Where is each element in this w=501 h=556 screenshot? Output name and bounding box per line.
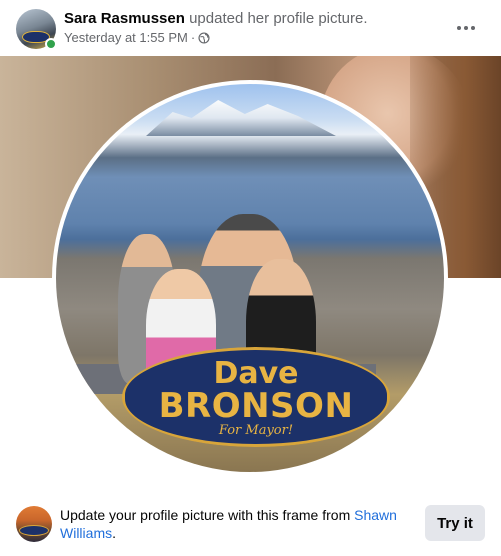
photo-mountains xyxy=(146,100,336,136)
try-it-button[interactable]: Try it xyxy=(425,505,485,541)
post-action-text: updated her profile picture. xyxy=(189,10,368,27)
post-title-line: Sara Rasmussen updated her profile pictu… xyxy=(64,10,368,28)
more-dot xyxy=(464,26,468,30)
more-dot xyxy=(471,26,475,30)
more-horizontal-icon xyxy=(457,26,461,30)
more-options-button[interactable] xyxy=(450,12,482,44)
frame-prompt-period: . xyxy=(112,525,116,541)
campaign-frame-sign: Dave BRONSON For Mayor! xyxy=(122,347,390,447)
frame-last-name: BRONSON xyxy=(158,386,354,426)
frame-prompt-text: Update your profile picture with this fr… xyxy=(60,506,400,542)
profile-picture-circle[interactable]: Dave BRONSON For Mayor! xyxy=(52,80,448,476)
frame-thumbnail[interactable] xyxy=(16,506,52,542)
frame-tagline: For Mayor! xyxy=(218,423,294,438)
post-meta: Yesterday at 1:55 PM · xyxy=(64,30,210,46)
profile-picture-media[interactable]: Dave BRONSON For Mayor! xyxy=(0,56,501,492)
post-timestamp[interactable]: Yesterday at 1:55 PM xyxy=(64,30,188,46)
profile-photo: Dave BRONSON For Mayor! xyxy=(56,84,444,472)
author-name-link[interactable]: Sara Rasmussen xyxy=(64,10,185,27)
frame-prompt-bar: Update your profile picture with this fr… xyxy=(0,492,501,556)
online-status-dot xyxy=(45,38,57,50)
frame-prompt-message: Update your profile picture with this fr… xyxy=(60,507,351,523)
meta-separator: · xyxy=(190,30,196,45)
globe-icon[interactable] xyxy=(198,32,210,44)
post-header: Sara Rasmussen updated her profile pictu… xyxy=(0,0,501,56)
